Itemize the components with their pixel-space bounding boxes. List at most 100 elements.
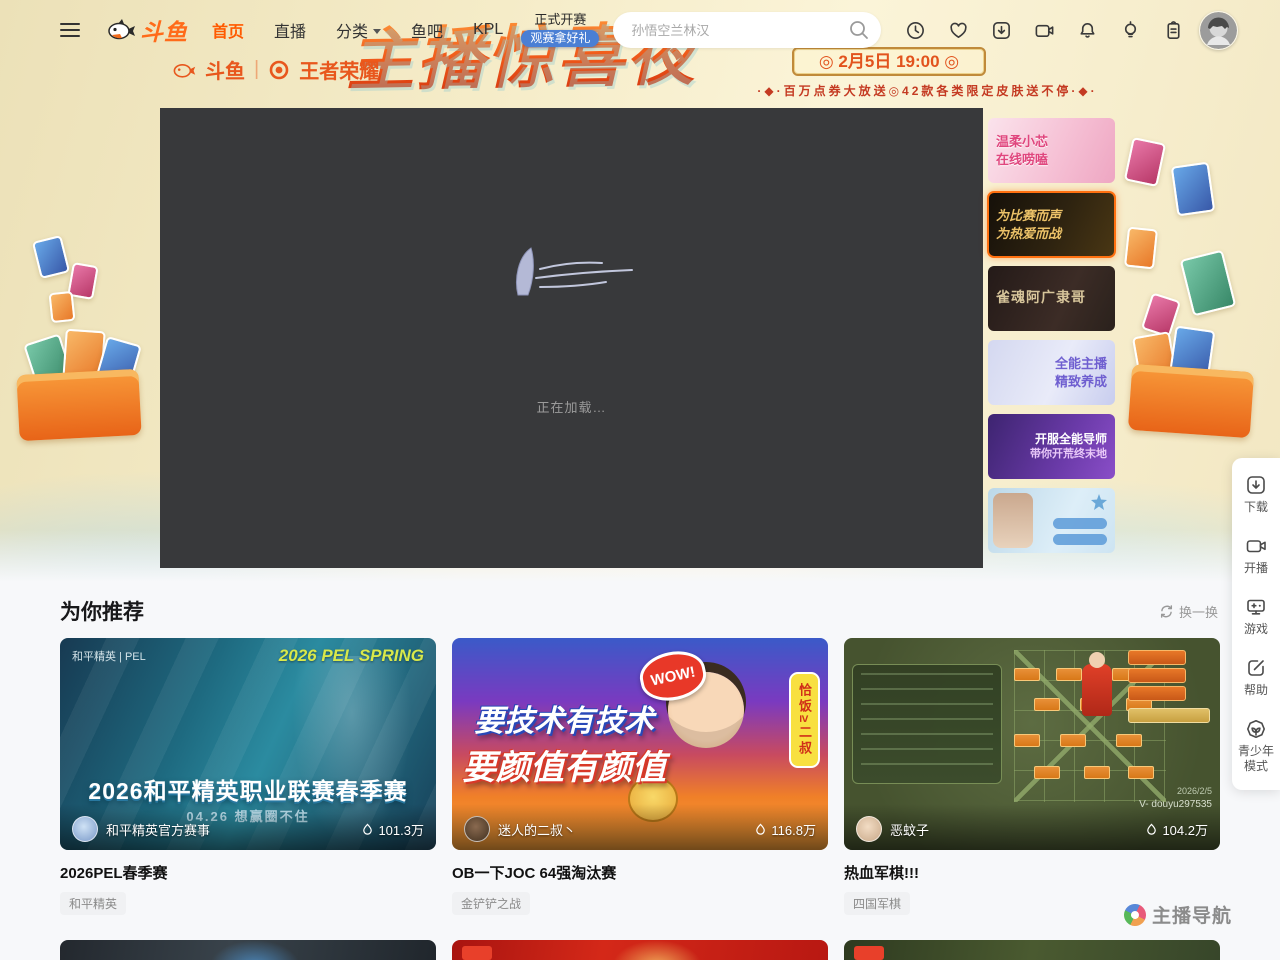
hot-icon [754, 823, 767, 836]
deco-card [48, 291, 75, 323]
chat-panel-art [852, 664, 1002, 784]
brand-divider: | [254, 58, 259, 81]
record-icon[interactable] [1034, 20, 1055, 41]
category-tag[interactable]: 金铲铲之战 [452, 892, 530, 915]
douyu-logo[interactable]: 斗鱼 [106, 13, 188, 47]
tool-teen-mode[interactable]: 青少年模式 [1236, 718, 1276, 774]
avatar-image [1200, 12, 1237, 49]
streamer-avatar [464, 816, 490, 842]
favorites-icon[interactable] [948, 20, 969, 41]
kpl-event-badge: 观赛拿好礼 [521, 30, 599, 48]
refresh-button[interactable]: 换一换 [1159, 602, 1218, 621]
side-card-photo[interactable] [988, 488, 1115, 553]
promo-badge [854, 946, 884, 960]
user-avatar[interactable] [1199, 11, 1238, 50]
viewer-count: 101.3万 [361, 820, 424, 839]
loading-text: 正在加载… [536, 397, 606, 416]
hot-icon [1145, 823, 1158, 836]
nav-item-categories[interactable]: 分类 [336, 18, 381, 42]
logo-wordmark: 斗鱼 [140, 13, 188, 47]
streamer-name[interactable]: 和平精英官方赛事 [106, 820, 210, 839]
thumb-headline: 要颜值有颜值 [462, 740, 666, 789]
category-tag[interactable]: 和平精英 [60, 892, 126, 915]
tool-game[interactable]: 游戏 [1236, 596, 1276, 637]
stream-meta: 迷人的二叔丶 116.8万 [452, 804, 828, 850]
pinwheel-icon [1120, 900, 1149, 929]
anchor-nav-widget[interactable]: 主播导航 [1124, 901, 1232, 928]
teen-shield-icon [1245, 718, 1267, 740]
search-icon [848, 19, 870, 41]
edit-icon [1245, 657, 1267, 679]
download-icon[interactable] [991, 20, 1012, 41]
chevron-down-icon [373, 29, 381, 34]
section-title: 为你推荐 [60, 596, 144, 626]
streamer-name[interactable]: 恶蚊子 [890, 820, 929, 839]
thumb-headline: 要技术有技术 [474, 696, 654, 740]
thumb-brand-text: 和平精英 | PEL [72, 648, 146, 664]
video-player[interactable]: 正在加载… [160, 108, 983, 568]
top-navbar: 斗鱼 首页 直播 分类 鱼吧 KPL 正式开赛 观赛拿好礼 [0, 0, 1280, 60]
stream-title[interactable]: OB一下JOC 64强淘汰赛 [452, 862, 828, 883]
deco-card [1124, 227, 1158, 270]
nav-item-kpl[interactable]: KPL [473, 18, 503, 42]
stream-thumbnail[interactable]: 2026/2/5 V- douyu297535 恶蚊子 104.2万 [844, 638, 1220, 850]
pill-decoration [1053, 518, 1107, 529]
deco-card [1124, 137, 1166, 187]
nav-item-home[interactable]: 首页 [212, 18, 244, 42]
stream-title[interactable]: 2026PEL春季赛 [60, 862, 436, 883]
tool-download[interactable]: 下载 [1236, 474, 1276, 515]
side-promo-list: 温柔小芯 在线唠嗑 为比赛而声 为热爱而战 雀魂阿广隶哥 全能主播 精致养成 开… [988, 118, 1115, 553]
stream-meta: 和平精英官方赛事 101.3万 [60, 804, 436, 850]
side-card-selected[interactable]: 为比赛而声 为热爱而战 [988, 192, 1115, 257]
stream-title[interactable]: 热血军棋!!! [844, 862, 1220, 883]
game-character-art [1082, 664, 1112, 716]
kpl-event-title: 正式开赛 [521, 13, 599, 28]
gift-box-decoration [1128, 364, 1254, 438]
douyu-fish-icon [106, 17, 136, 43]
gift-box-decoration [16, 369, 141, 441]
nav-item-yuba[interactable]: 鱼吧 [411, 18, 443, 42]
refresh-icon [1159, 604, 1174, 619]
hot-icon [361, 823, 374, 836]
stream-thumbnail-partial[interactable] [452, 940, 828, 960]
event-subtitle: ·◆·百万点券大放送◎42款各类限定皮肤送不停·◆· [740, 82, 1115, 99]
thumb-date-text: 2026/2/5 [1177, 786, 1212, 796]
deco-card [1180, 250, 1237, 317]
category-tag[interactable]: 四国军棋 [844, 892, 910, 915]
tool-broadcast[interactable]: 开播 [1236, 535, 1276, 576]
thumb-headline: 2026和平精英职业联赛春季赛 [60, 772, 436, 806]
star-icon [1091, 494, 1107, 510]
side-card-kaifu[interactable]: 开服全能导师 带你开荒终末地 [988, 414, 1115, 479]
deco-card [32, 235, 70, 279]
loading-fin-icon [504, 243, 639, 301]
thumb-season-text: 2026 PEL SPRING [279, 646, 424, 666]
nav-item-live[interactable]: 直播 [274, 18, 306, 42]
bell-icon[interactable] [1077, 20, 1098, 41]
pill-decoration [1053, 534, 1107, 545]
stream-thumbnail[interactable]: 和平精英 | PEL 2026 PEL SPRING 2026和平精英职业联赛春… [60, 638, 436, 850]
side-card-wenrou[interactable]: 温柔小芯 在线唠嗑 [988, 118, 1115, 183]
search-button[interactable] [845, 16, 873, 44]
side-card-quannengzhubo[interactable]: 全能主播 精致养成 [988, 340, 1115, 405]
streamer-avatar [856, 816, 882, 842]
stream-thumbnail-partial[interactable] [60, 940, 436, 960]
menu-icon[interactable] [60, 23, 80, 37]
streamer-name[interactable]: 迷人的二叔丶 [498, 820, 576, 839]
search-input[interactable] [629, 22, 845, 39]
deco-card [1171, 162, 1216, 217]
side-card-quehun[interactable]: 雀魂阿广隶哥 [988, 266, 1115, 331]
streamer-avatar [72, 816, 98, 842]
stream-card: 和平精英 | PEL 2026 PEL SPRING 2026和平精英职业联赛春… [60, 638, 436, 915]
stream-thumbnail-partial[interactable] [844, 940, 1220, 960]
promo-badge [462, 946, 492, 960]
camera-icon [1245, 535, 1267, 557]
thumb-ribbon: 恰饭≥二叔 [789, 672, 820, 768]
lamp-icon[interactable] [1120, 20, 1141, 41]
history-icon[interactable] [905, 20, 926, 41]
stream-thumbnail[interactable]: 要技术有技术 要颜值有颜值 WOW! 恰饭≥二叔 迷人的二叔丶 116.8万 [452, 638, 828, 850]
game-icon [1245, 596, 1267, 618]
tasks-icon[interactable] [1163, 20, 1184, 41]
stream-meta: 恶蚊子 104.2万 [844, 804, 1220, 850]
kpl-event-entry[interactable]: 正式开赛 观赛拿好礼 [521, 13, 599, 48]
tool-help[interactable]: 帮助 [1236, 657, 1276, 698]
